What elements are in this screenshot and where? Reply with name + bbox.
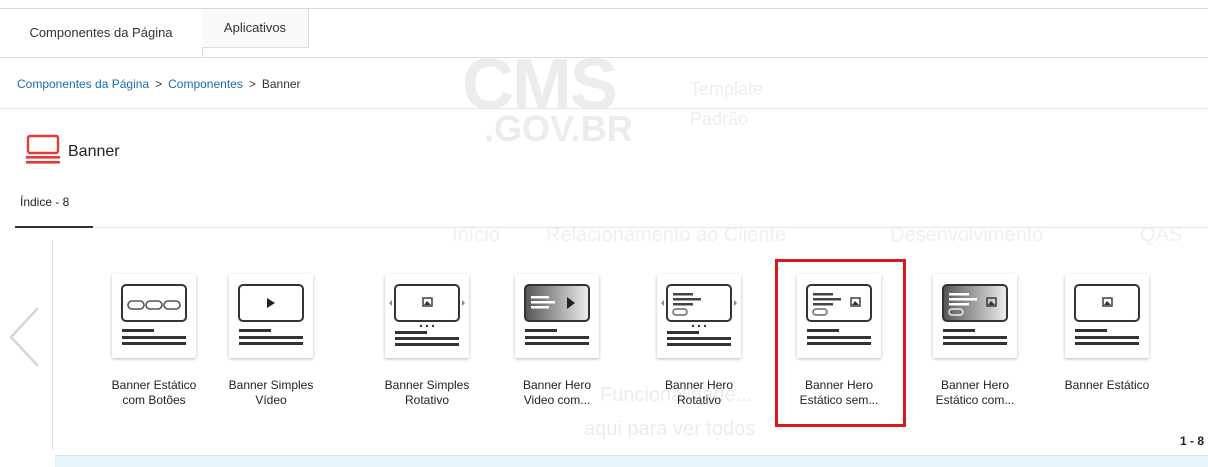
card-label: Banner Estático xyxy=(1054,378,1160,393)
tab-bar: Componentes da Página Aplicativos xyxy=(0,9,1208,58)
banner-hero-video-icon xyxy=(515,274,599,358)
banner-static-buttons-icon xyxy=(112,274,196,358)
card-label-line2: com Botões xyxy=(122,393,186,407)
breadcrumb: Componentes da Página > Componentes > Banner xyxy=(17,77,301,91)
card-label: Banner Simples Vídeo xyxy=(218,378,324,408)
card-label-line2: Estático com... xyxy=(935,393,1015,407)
card-label: Banner Simples Rotativo xyxy=(374,378,480,408)
breadcrumb-separator: > xyxy=(248,77,256,91)
card-label-line1: Banner Estático xyxy=(111,378,197,392)
breadcrumb-current: Banner xyxy=(261,77,301,91)
divider xyxy=(93,227,1208,228)
tab-componentes-da-pagina[interactable]: Componentes da Página xyxy=(0,9,203,57)
breadcrumb-link-componentes-da-pagina[interactable]: Componentes da Página xyxy=(17,77,149,91)
banner-simple-rotating-icon xyxy=(385,274,469,358)
tab-indice[interactable]: Índice - 8 xyxy=(20,195,69,209)
selection-highlight-box xyxy=(775,259,906,427)
card-label-line2: Video com... xyxy=(523,393,591,407)
banner-static-icon xyxy=(1065,274,1149,358)
breadcrumb-separator: > xyxy=(155,77,163,91)
card-label: Banner Estático com Botões xyxy=(101,378,207,408)
page-title: Banner xyxy=(68,143,120,160)
card-label: Banner Hero Video com... xyxy=(504,378,610,408)
carousel-prev-arrow-icon[interactable] xyxy=(6,304,42,375)
card-label-line1: Banner Simples xyxy=(228,378,314,392)
card-label: Banner Hero Rotativo xyxy=(646,378,752,408)
card-label-line2: Vídeo xyxy=(255,393,287,407)
breadcrumb-link-componentes[interactable]: Componentes xyxy=(168,77,243,91)
card-label-line1: Banner Estático xyxy=(1064,378,1150,392)
banner-hero-static-with-icon xyxy=(933,274,1017,358)
card-label-line2: Rotativo xyxy=(404,393,450,407)
card-label-line1: Banner Hero xyxy=(522,378,592,392)
info-bar xyxy=(55,455,1208,467)
active-tab-underline xyxy=(15,226,93,228)
banner-simple-video-icon xyxy=(229,274,313,358)
card-label: Banner Hero Estático com... xyxy=(922,378,1028,408)
divider xyxy=(0,108,1208,109)
banner-hero-rotating-icon xyxy=(657,274,741,358)
carousel-left-border xyxy=(52,240,53,450)
banner-monitor-icon xyxy=(26,134,64,173)
card-label-line2: Rotativo xyxy=(676,393,722,407)
card-label-line1: Banner Simples xyxy=(384,378,470,392)
card-label-line1: Banner Hero xyxy=(940,378,1010,392)
card-label-line1: Banner Hero xyxy=(664,378,734,392)
pagination-info: 1 - 8 xyxy=(1180,434,1205,448)
component-browser-panel: Componentes da Página Aplicativos Compon… xyxy=(0,0,1208,467)
tab-aplicativos[interactable]: Aplicativos xyxy=(202,9,309,48)
